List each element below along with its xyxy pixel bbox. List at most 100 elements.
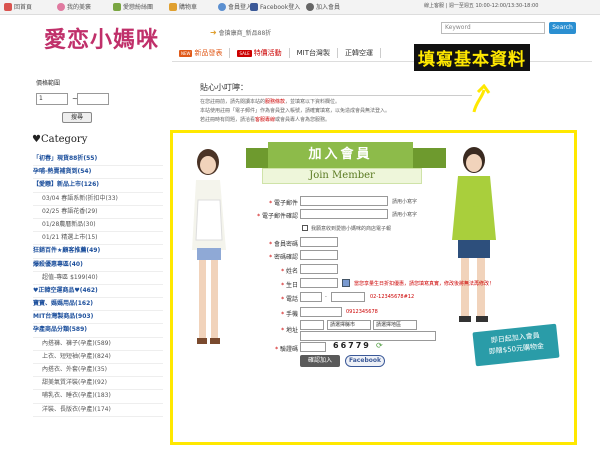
topbar-login-link[interactable]: 會員登入 bbox=[218, 2, 252, 11]
promo-banner[interactable]: ➜ 會搶康商_新品88折 bbox=[210, 28, 271, 37]
tips-box: 在您註冊前，請先閱讀本站的服務條款，並填寫以下資料欄位。 本站使用註冊「電子郵件… bbox=[200, 95, 472, 125]
topbar-join-link[interactable]: 加入會員 bbox=[306, 2, 340, 11]
captcha-image: 66779 bbox=[333, 341, 371, 350]
terms-link[interactable]: 服務條款 bbox=[265, 99, 285, 105]
email-input[interactable] bbox=[300, 196, 388, 206]
password-label: * 會員密碼 bbox=[269, 241, 298, 248]
top-bar: 回首頁 我的美褒 愛戀紛絲團 購物車 會員登入 Facebook登入 加入會員 … bbox=[0, 0, 600, 15]
email-confirm-input[interactable] bbox=[300, 209, 388, 219]
newsletter-checkbox[interactable] bbox=[302, 225, 308, 231]
newsletter-label: 我願意收到愛戀小媽咪的商店電子報 bbox=[311, 226, 392, 232]
facebook-join-button[interactable]: Facebook bbox=[345, 355, 385, 367]
captcha-input[interactable] bbox=[300, 342, 326, 352]
category-item[interactable]: ♥正韓空運商品♥(462) bbox=[33, 285, 163, 299]
calendar-icon[interactable] bbox=[342, 279, 350, 287]
password-confirm-label: * 密碼確認 bbox=[269, 254, 298, 261]
refresh-icon[interactable]: ⟳ bbox=[376, 341, 383, 350]
category-item[interactable]: 內搭褲、褲子(孕產)(589) bbox=[33, 338, 163, 351]
name-label: * 姓名 bbox=[281, 268, 298, 275]
category-item[interactable]: MIT台灣製商品(903) bbox=[33, 311, 163, 325]
sale-badge: SALE bbox=[237, 50, 252, 57]
email-label: * 電子郵件 bbox=[269, 200, 298, 207]
category-item[interactable]: 01/28農曆新品(30) bbox=[33, 219, 163, 233]
address-input[interactable] bbox=[300, 331, 436, 341]
topbar-cart-link[interactable]: 購物車 bbox=[169, 2, 197, 11]
city-select[interactable]: 請選擇縣市 bbox=[327, 320, 371, 330]
join-submit-button[interactable]: 確認加入 bbox=[300, 355, 340, 367]
category-list: 「初春」現貨88折(55) 孕哺-熱賣補貨到(54) 【愛戀】新品上市(126) 03… bbox=[33, 153, 163, 417]
mobile-input[interactable] bbox=[300, 307, 342, 317]
category-item[interactable]: 超值-專區 $199(40) bbox=[33, 272, 163, 285]
phone-number-input[interactable] bbox=[331, 292, 365, 302]
tip-text: ，並填寫以下資料欄位。 bbox=[285, 99, 341, 105]
category-item[interactable]: 孕哺-熱賣補貨到(54) bbox=[33, 166, 163, 180]
price-min-input[interactable]: 1 bbox=[36, 93, 68, 105]
tips-title: 貼心小叮嚀： bbox=[200, 83, 248, 92]
site-logo[interactable]: 愛恋小媽咪 bbox=[44, 22, 159, 54]
password-input[interactable] bbox=[300, 237, 338, 247]
fill-info-annotation: 填寫基本資料 bbox=[414, 44, 530, 71]
price-search-button[interactable]: 搜尋 bbox=[62, 112, 92, 123]
password-confirm-input[interactable] bbox=[300, 250, 338, 260]
category-item[interactable]: 孕產商品分類(589) bbox=[33, 324, 163, 338]
phone-separator: - bbox=[325, 294, 327, 300]
tip-line: 在您註冊前，請先閱讀本站的服務條款，並填寫以下資料欄位。 bbox=[200, 98, 472, 107]
address-label-text: 地址 bbox=[285, 327, 298, 334]
category-item[interactable]: 內搭衣、外套(孕產)(35) bbox=[33, 364, 163, 378]
service-hours: 線上客服 | 週一至週五 10:00-12:00/13:30-18:00 bbox=[424, 2, 538, 9]
password-confirm-label-text: 密碼確認 bbox=[273, 254, 298, 261]
zipcode-input[interactable] bbox=[300, 320, 324, 330]
category-item[interactable]: 上衣、短短袖(孕產)(824) bbox=[33, 351, 163, 364]
home-icon bbox=[4, 2, 12, 11]
birthday-input[interactable] bbox=[300, 278, 338, 288]
nav-mit[interactable]: MIT台灣製 bbox=[290, 48, 338, 58]
topbar-facebook-login-link[interactable]: Facebook登入 bbox=[250, 2, 300, 11]
nav-sale-label: 特價活動 bbox=[253, 49, 282, 57]
category-item[interactable]: 哺乳衣、睡衣(孕產)(183) bbox=[33, 390, 163, 404]
mobile-hint: 0912345678 bbox=[346, 309, 378, 315]
address-label: * 地址 bbox=[281, 327, 298, 334]
nav-korea[interactable]: 正韓空運 bbox=[338, 48, 381, 58]
captcha-label-text: 驗證碼 bbox=[279, 346, 298, 353]
service-link[interactable]: 客服專線 bbox=[255, 117, 275, 123]
category-item[interactable]: 寶寶、媽媽用品(162) bbox=[33, 298, 163, 312]
mobile-label-text: 手機 bbox=[285, 311, 298, 318]
category-item[interactable]: 【愛戀】新品上市(126) bbox=[33, 179, 163, 193]
model-right-image bbox=[452, 147, 496, 322]
category-item[interactable]: 03/04 春語系新(折扣中(33) bbox=[33, 193, 163, 206]
category-item[interactable]: 「初春」現貨88折(55) bbox=[33, 153, 163, 167]
email-confirm-label: * 電子郵件確認 bbox=[257, 213, 298, 220]
category-item[interactable]: 01/21 精選上市(15) bbox=[33, 232, 163, 246]
search-button[interactable]: Search bbox=[549, 22, 576, 34]
phone-area-input[interactable] bbox=[300, 292, 322, 302]
main-nav: NEW 新品發表 SALE 特價活動 MIT台灣製 正韓空運 bbox=[172, 46, 381, 60]
promo-text: 會搶康商_新品88折 bbox=[218, 30, 272, 37]
birthday-label-text: 生日 bbox=[285, 282, 298, 289]
nav-sale[interactable]: SALE 特價活動 bbox=[230, 48, 290, 58]
heart-icon bbox=[57, 2, 65, 11]
captcha-label: * 驗證碼 bbox=[275, 346, 298, 353]
category-item[interactable]: 甜美氣質洋裝(孕產)(92) bbox=[33, 377, 163, 391]
topbar-fans-link[interactable]: 愛戀紛絲團 bbox=[113, 2, 153, 11]
district-select[interactable]: 請選擇地區 bbox=[373, 320, 417, 330]
topbar-home-link[interactable]: 回首頁 bbox=[4, 2, 32, 11]
category-item[interactable]: 爆殺優惠專區(40) bbox=[33, 259, 163, 272]
name-input[interactable] bbox=[300, 264, 338, 274]
password-label-text: 會員密碼 bbox=[273, 241, 298, 248]
nav-new-products[interactable]: NEW 新品發表 bbox=[172, 48, 231, 58]
category-title: ♥Category bbox=[32, 134, 88, 145]
search-input[interactable]: Keyword bbox=[441, 22, 545, 34]
category-item[interactable]: 02/25 春語花香(29) bbox=[33, 206, 163, 219]
nav-korea-label: 正韓空運 bbox=[344, 49, 373, 57]
category-item[interactable]: 洋裝、長版衣(孕產)(174) bbox=[33, 404, 163, 417]
price-max-input[interactable] bbox=[77, 93, 109, 105]
topbar-favorites-link[interactable]: 我的美褒 bbox=[57, 2, 91, 11]
nav-new-products-label: 新品發表 bbox=[194, 49, 223, 57]
topbar-favorites-label: 我的美褒 bbox=[67, 4, 92, 11]
topbar-facebook-login-label: Facebook登入 bbox=[260, 4, 301, 11]
add-user-icon bbox=[306, 2, 314, 11]
topbar-home-label: 回首頁 bbox=[14, 4, 33, 11]
mobile-label: * 手機 bbox=[281, 311, 298, 318]
promo-icon: ➜ bbox=[210, 28, 217, 37]
category-item[interactable]: 狂銷百件★顧客推薦(49) bbox=[33, 245, 163, 259]
